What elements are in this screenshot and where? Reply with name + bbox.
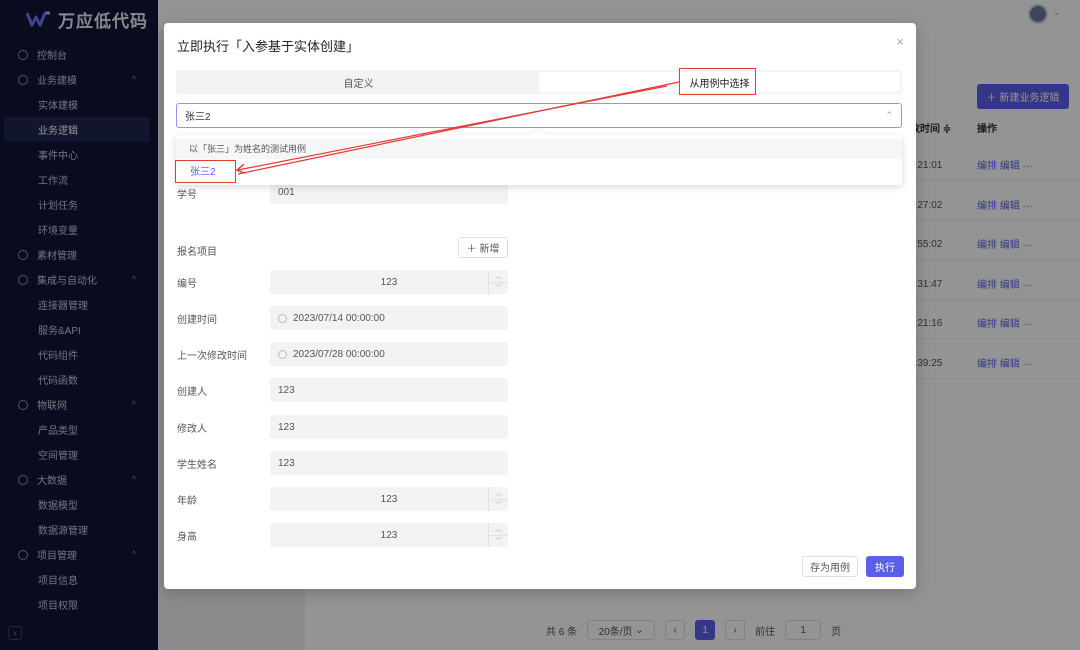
field-label-code: 编号 [177,279,197,290]
field-label-modified-at: 上一次修改时间 [177,351,247,362]
field-label-modifier: 修改人 [177,424,207,435]
code-value: 123 [380,276,398,288]
dialog-title: 立即执行「入参基于实体创建」 [177,39,360,54]
stepper-controls[interactable]: ︿ ﹀ [488,523,508,547]
input-mode-tabs: 自定义 从用例中选择 [176,70,902,94]
dropdown-group-label: 以「张三」为姓名的测试用例 [176,139,902,159]
decrement-icon[interactable]: ﹀ [489,500,508,512]
save-as-case-button[interactable]: 存为用例 [802,556,858,577]
increment-icon[interactable]: ︿ [489,270,508,283]
age-stepper[interactable]: 123 ︿ ﹀ [270,487,508,511]
increment-icon[interactable]: ︿ [489,487,508,500]
stepper-controls[interactable]: ︿ ﹀ [488,487,508,511]
height-value: 123 [380,529,398,541]
test-case-dropdown: 以「张三」为姓名的测试用例 张三2 [176,127,902,185]
add-item-button[interactable]: ＋ 新增 [458,237,508,258]
field-label-age: 年龄 [177,496,197,507]
run-now-dialog: 立即执行「入参基于实体创建」 × 自定义 从用例中选择 张三2 ⌃ 以「张三」为… [164,23,916,589]
modifier-field[interactable]: 123 [270,415,508,439]
height-stepper[interactable]: 123 ︿ ﹀ [270,523,508,547]
field-label-student-no: 学号 [177,190,197,201]
field-label-height: 身高 [177,532,197,543]
annotation-box-tab [679,68,756,95]
close-icon[interactable]: × [896,34,904,49]
run-button[interactable]: 执行 [866,556,904,577]
code-stepper[interactable]: 123 ︿ ﹀ [270,270,508,294]
creator-field[interactable]: 123 [270,378,508,402]
age-value: 123 [380,493,398,505]
modified-at-picker[interactable]: 2023/07/28 00:00:00 [270,342,508,366]
created-at-value: 2023/07/14 00:00:00 [293,312,385,324]
decrement-icon[interactable]: ﹀ [489,283,508,295]
clock-icon [278,349,287,359]
field-label-student-name: 学生姓名 [177,460,217,471]
stepper-controls[interactable]: ︿ ﹀ [488,270,508,294]
tab-custom[interactable]: 自定义 [178,72,539,92]
clock-icon [278,313,287,323]
chevron-up-icon: ⌃ [885,110,893,120]
increment-icon[interactable]: ︿ [489,523,508,536]
section-label-enroll: 报名项目 [177,247,217,258]
field-label-created-at: 创建时间 [177,315,217,326]
test-case-select[interactable]: 张三2 ⌃ [176,103,902,128]
created-at-picker[interactable]: 2023/07/14 00:00:00 [270,306,508,330]
modified-at-value: 2023/07/28 00:00:00 [293,348,385,360]
annotation-box-option [175,160,236,183]
field-label-creator: 创建人 [177,387,207,398]
decrement-icon[interactable]: ﹀ [489,536,508,548]
selected-case: 张三2 [185,112,211,123]
student-name-field[interactable]: 123 [270,451,508,475]
